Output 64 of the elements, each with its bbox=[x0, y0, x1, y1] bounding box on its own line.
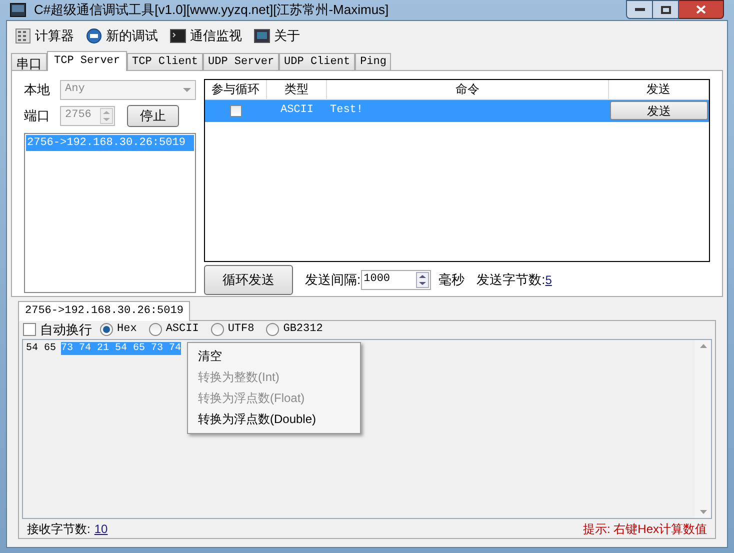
stop-button[interactable]: 停止 bbox=[127, 104, 179, 126]
toolbar-button[interactable]: 关于 bbox=[254, 26, 300, 46]
maximize-icon bbox=[660, 6, 670, 14]
encoding-label: GB2312 bbox=[283, 322, 323, 338]
tab[interactable]: Ping bbox=[355, 52, 392, 70]
dropdown-caret-icon bbox=[183, 88, 191, 92]
column-header[interactable]: 参与循环 bbox=[205, 80, 267, 98]
scroll-up-icon bbox=[700, 344, 706, 348]
minimize-button[interactable] bbox=[626, 0, 653, 19]
app-icon bbox=[10, 2, 26, 17]
menu-item[interactable]: 清空 bbox=[188, 346, 360, 366]
command-row[interactable]: ASCII Test! 发送 bbox=[205, 100, 709, 122]
port-label: 端口 bbox=[24, 106, 51, 125]
menu-item[interactable]: 转换为浮点数(Double) bbox=[188, 408, 360, 430]
loop-send-button[interactable]: 循环发送 bbox=[204, 264, 293, 294]
hint-text: 提示: 右键Hex计算数值 bbox=[582, 520, 707, 538]
column-header[interactable]: 命令 bbox=[327, 80, 609, 98]
send-bytes-label: 发送字节数: bbox=[476, 270, 546, 289]
spin-arrows-icon bbox=[416, 272, 429, 288]
auto-wrap-label: 自动换行 bbox=[40, 320, 92, 339]
calculator-icon bbox=[15, 28, 31, 44]
column-header[interactable]: 发送 bbox=[609, 80, 709, 98]
type-cell-text: ASCII bbox=[279, 103, 314, 118]
receive-bytes-label: 接收字节数: bbox=[27, 520, 90, 538]
interval-spinbox[interactable]: 1000 bbox=[360, 270, 431, 290]
send-bytes-count[interactable]: 5 bbox=[545, 270, 552, 288]
toolbar-button[interactable]: 通信监视 bbox=[170, 26, 242, 46]
minimize-icon bbox=[634, 8, 644, 11]
window-title: C#超级通信调试工具[v1.0][www.yyzq.net][江苏常州-Maximus] bbox=[34, 1, 389, 19]
tab[interactable]: 串口 bbox=[11, 52, 47, 70]
encoding-label: Hex bbox=[117, 322, 137, 338]
spin-arrows-icon bbox=[100, 108, 113, 124]
terminal-icon bbox=[170, 28, 186, 42]
send-button[interactable]: 发送 bbox=[610, 101, 708, 120]
radio-button[interactable] bbox=[266, 323, 280, 336]
tab[interactable]: TCP Server bbox=[47, 50, 128, 70]
vertical-scrollbar[interactable] bbox=[695, 340, 711, 518]
encoding-label: ASCII bbox=[166, 322, 199, 338]
auto-wrap-checkbox[interactable] bbox=[23, 323, 36, 336]
connection-tab[interactable]: 2756->192.168.30.26:5019 bbox=[18, 300, 190, 320]
maximize-button[interactable] bbox=[653, 0, 679, 19]
column-header[interactable]: 类型 bbox=[267, 80, 327, 98]
monitor-icon bbox=[254, 28, 270, 42]
tab[interactable]: UDP Server bbox=[203, 52, 280, 70]
interval-unit: 毫秒 bbox=[438, 270, 465, 289]
command-cell-text: Test! bbox=[329, 103, 364, 118]
received-data: 54 65 bbox=[26, 342, 56, 354]
loop-checkbox[interactable] bbox=[230, 104, 242, 116]
radio-button[interactable] bbox=[148, 323, 162, 336]
encoding-label: UTF8 bbox=[228, 322, 254, 338]
toolbar-button[interactable]: 新的调试 bbox=[86, 26, 158, 46]
tab[interactable]: TCP Client bbox=[127, 52, 204, 70]
local-label: 本地 bbox=[24, 80, 51, 99]
close-button[interactable] bbox=[679, 0, 724, 19]
radio-button[interactable] bbox=[210, 323, 224, 336]
scroll-down-icon bbox=[700, 510, 706, 514]
new-session-icon bbox=[86, 28, 102, 44]
radio-button[interactable] bbox=[100, 323, 113, 336]
interval-label: 发送间隔: bbox=[305, 270, 361, 289]
selected-data: 73 74 21 54 65 73 74 bbox=[61, 342, 182, 354]
receive-bytes-count[interactable]: 10 bbox=[94, 520, 108, 538]
close-icon bbox=[696, 5, 706, 14]
tab[interactable]: UDP Client bbox=[279, 52, 356, 70]
toolbar-button[interactable]: 计算器 bbox=[15, 26, 74, 46]
